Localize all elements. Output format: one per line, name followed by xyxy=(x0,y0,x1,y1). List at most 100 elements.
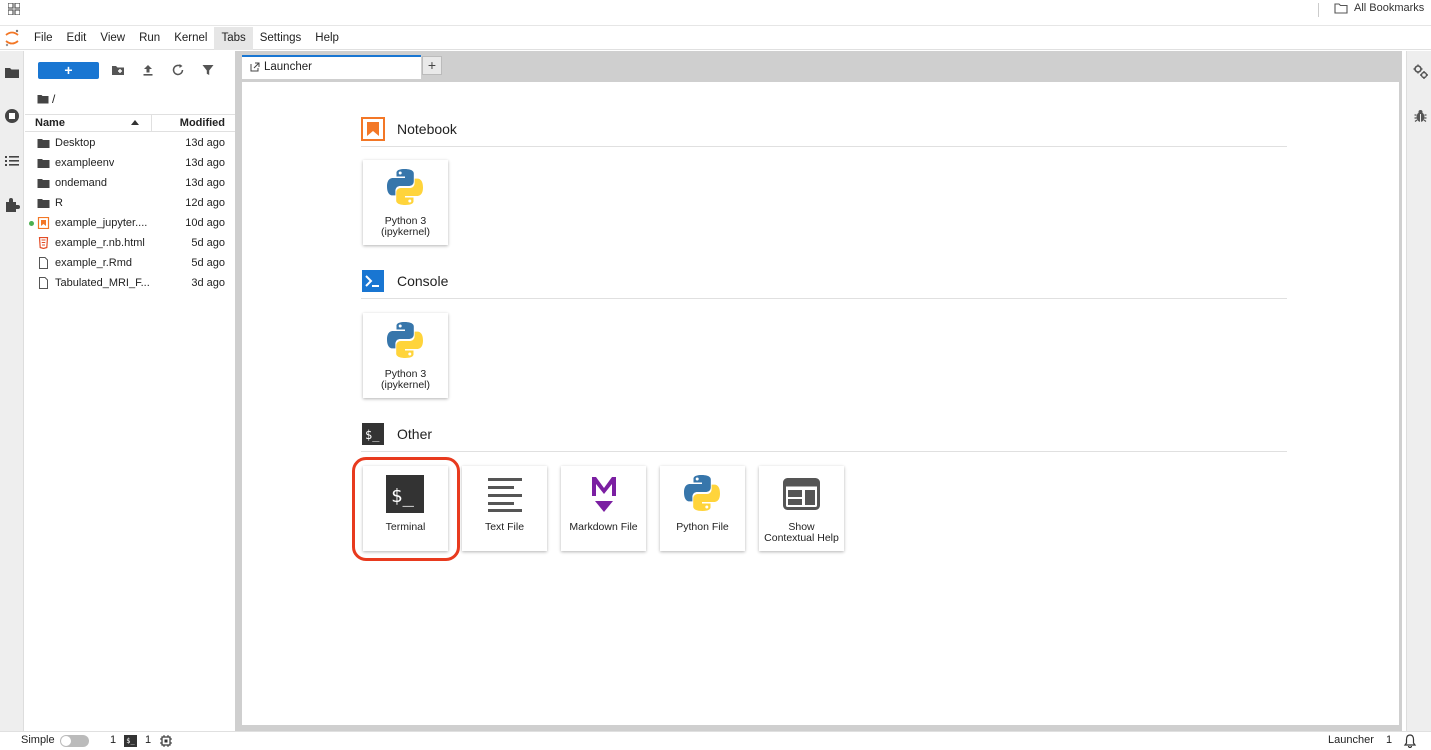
card-label-line2: Contextual Help xyxy=(764,532,839,544)
file-name: example_r.nb.html xyxy=(55,237,145,249)
text-file-icon xyxy=(488,478,522,512)
column-modified-header[interactable]: Modified xyxy=(180,117,225,129)
card-label-line1: Text File xyxy=(484,521,525,533)
python-file-card[interactable]: Python File xyxy=(660,466,745,551)
column-name-header[interactable]: Name xyxy=(35,117,65,129)
sort-ascending-icon xyxy=(131,120,139,125)
file-row-tabulated-mri[interactable]: Tabulated_MRI_F... 3d ago xyxy=(25,273,235,293)
file-modified: 3d ago xyxy=(191,277,225,289)
file-modified: 13d ago xyxy=(185,157,225,169)
notification-bell-icon[interactable] xyxy=(1403,734,1417,748)
file-row-ondemand[interactable]: ondemand 13d ago xyxy=(25,173,235,193)
refresh-icon[interactable] xyxy=(171,63,185,77)
file-modified: 5d ago xyxy=(191,237,225,249)
menu-edit[interactable]: Edit xyxy=(60,27,94,50)
contextual-help-icon xyxy=(783,478,820,510)
file-row-desktop[interactable]: Desktop 13d ago xyxy=(25,133,235,153)
svg-text:$_: $_ xyxy=(365,428,380,442)
menu-run[interactable]: Run xyxy=(132,27,167,50)
menu-tabs[interactable]: Tabs xyxy=(214,27,253,50)
file-row-r[interactable]: R 12d ago xyxy=(25,193,235,213)
file-name: example_jupyter.... xyxy=(55,217,148,229)
file-name: Tabulated_MRI_F... xyxy=(55,277,150,289)
file-row-example-r-nb-html[interactable]: example_r.nb.html 5d ago xyxy=(25,233,235,253)
section-console-label: Console xyxy=(397,273,449,289)
card-label-line2: (ipykernel) xyxy=(380,226,430,238)
file-row-exampleenv[interactable]: exampleenv 13d ago xyxy=(25,153,235,173)
card-label-line2: (ipykernel) xyxy=(380,379,430,391)
python-logo-icon xyxy=(387,169,423,205)
markdown-file-card[interactable]: Markdown File xyxy=(561,466,646,551)
menu-help[interactable]: Help xyxy=(308,27,346,50)
file-modified: 5d ago xyxy=(191,257,225,269)
file-browser-panel: + / Name Modified Desktop 13d ago exampl… xyxy=(25,51,235,731)
contextual-help-card[interactable]: Show Contextual Help xyxy=(759,466,844,551)
folder-icon xyxy=(37,159,50,168)
left-activity-bar xyxy=(0,51,24,731)
section-divider xyxy=(361,298,1287,299)
card-label: Python 3 (ipykernel) xyxy=(363,216,448,238)
generic-file-icon xyxy=(39,257,48,269)
section-divider xyxy=(361,451,1287,452)
jupyter-logo-icon xyxy=(5,29,19,47)
property-inspector-gears-icon[interactable] xyxy=(1413,64,1428,79)
terminal-status-icon: $_ xyxy=(124,735,137,747)
file-name: R xyxy=(55,197,63,209)
file-row-example-r-rmd[interactable]: example_r.Rmd 5d ago xyxy=(25,253,235,273)
section-console-title: Console xyxy=(361,269,448,293)
breadcrumb[interactable]: / xyxy=(37,92,55,106)
home-folder-icon xyxy=(37,95,49,104)
file-modified: 10d ago xyxy=(185,217,225,229)
section-notebook-title: Notebook xyxy=(361,117,457,141)
upload-icon[interactable] xyxy=(141,63,155,77)
folder-icon xyxy=(37,179,50,188)
all-bookmarks-button[interactable]: All Bookmarks xyxy=(1334,2,1424,14)
card-label-line1: Markdown File xyxy=(569,521,638,533)
current-activity-label: Launcher xyxy=(1328,734,1374,746)
generic-file-icon xyxy=(39,277,48,289)
new-folder-icon[interactable] xyxy=(111,63,125,77)
menu-view[interactable]: View xyxy=(93,27,132,50)
new-launcher-button[interactable]: + xyxy=(38,62,99,79)
folder-icon xyxy=(1334,2,1348,14)
extension-manager-icon[interactable] xyxy=(4,197,20,213)
add-tab-button[interactable]: + xyxy=(422,56,442,75)
filter-icon[interactable] xyxy=(201,63,215,77)
column-divider[interactable] xyxy=(151,115,152,132)
section-notebook-label: Notebook xyxy=(397,121,457,137)
section-other-title: $_ Other xyxy=(361,422,432,446)
menu-file[interactable]: File xyxy=(27,27,60,50)
breadcrumb-path: / xyxy=(52,92,56,106)
card-label: Show Contextual Help xyxy=(759,522,844,544)
card-label-line1: Python File xyxy=(676,521,729,533)
table-of-contents-icon[interactable] xyxy=(4,153,20,169)
console-python3-card[interactable]: Python 3 (ipykernel) xyxy=(363,313,448,398)
text-file-card[interactable]: Text File xyxy=(462,466,547,551)
menu-kernel[interactable]: Kernel xyxy=(167,27,214,50)
card-label: Text File xyxy=(462,522,547,533)
kernels-count[interactable]: 1 xyxy=(145,734,151,746)
simple-mode-toggle[interactable] xyxy=(60,735,89,747)
toggle-knob xyxy=(61,736,71,746)
running-sessions-icon[interactable] xyxy=(4,108,20,124)
folder-icon xyxy=(37,199,50,208)
tab-bar: Launcher + xyxy=(242,51,1402,79)
apps-grid-icon[interactable] xyxy=(8,3,20,15)
file-row-example-jupyter[interactable]: example_jupyter.... 10d ago xyxy=(25,213,235,233)
terminal-highlight-annotation xyxy=(352,457,460,561)
tab-launcher[interactable]: Launcher xyxy=(242,55,421,79)
panel-splitter[interactable] xyxy=(235,51,242,731)
menu-bar: File Edit View Run Kernel Tabs Settings … xyxy=(0,27,1431,50)
other-terminal-icon: $_ xyxy=(362,423,384,445)
simple-mode-label: Simple xyxy=(21,734,55,746)
file-browser-folder-icon[interactable] xyxy=(4,65,20,81)
section-divider xyxy=(361,146,1287,147)
all-bookmarks-label: All Bookmarks xyxy=(1354,2,1425,14)
file-modified: 13d ago xyxy=(185,177,225,189)
menu-settings[interactable]: Settings xyxy=(253,27,309,50)
debugger-bug-icon[interactable] xyxy=(1414,109,1427,123)
file-name: ondemand xyxy=(55,177,107,189)
terminals-count[interactable]: 1 xyxy=(110,734,116,746)
notebook-python3-card[interactable]: Python 3 (ipykernel) xyxy=(363,160,448,245)
console-icon xyxy=(362,270,384,292)
